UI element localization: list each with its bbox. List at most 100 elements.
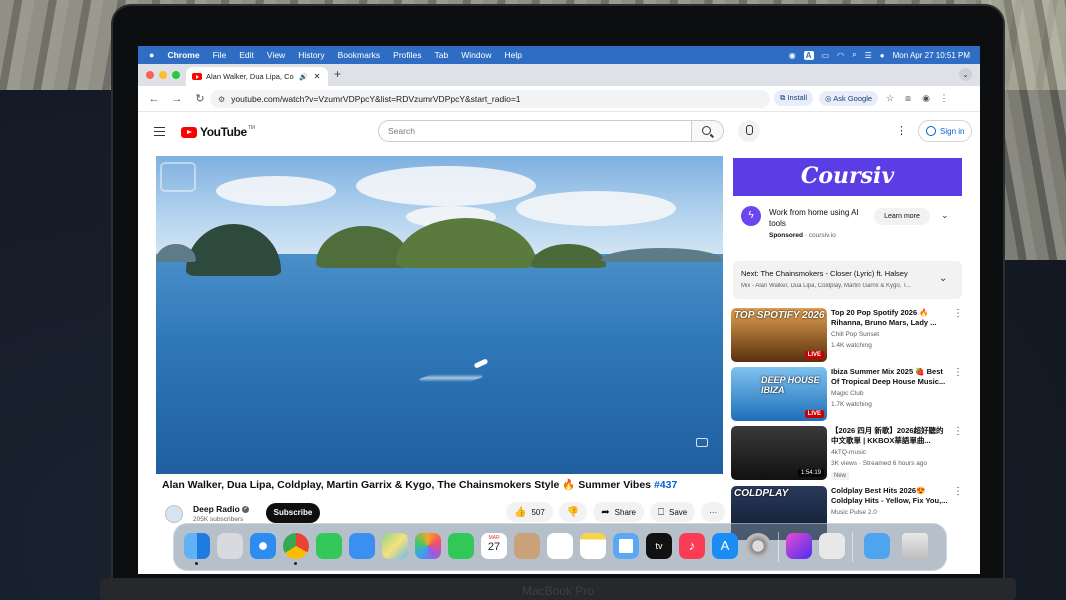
battery-icon[interactable]: ▭ xyxy=(822,51,830,60)
video-player[interactable] xyxy=(156,156,723,474)
browser-toolbar: ← → ↻ ⚙ youtube.com/watch?v=VzumrVDPpcY&… xyxy=(138,86,980,112)
freeform-icon[interactable] xyxy=(613,533,639,559)
menu-profiles[interactable]: Profiles xyxy=(393,50,421,60)
new-tab-button[interactable]: + xyxy=(334,67,341,81)
profile-icon[interactable]: ◉ xyxy=(920,93,932,104)
contacts-icon[interactable] xyxy=(514,533,540,559)
fullscreen-window-icon[interactable] xyxy=(172,71,180,79)
shortcuts-icon[interactable] xyxy=(786,533,812,559)
search-button[interactable] xyxy=(692,120,724,142)
music-icon[interactable]: ♪ xyxy=(679,533,705,559)
back-arrow-icon[interactable]: ← xyxy=(147,93,161,105)
install-app-button[interactable]: ⧉ Install xyxy=(774,90,814,106)
youtube-favicon-icon xyxy=(192,73,202,80)
siri-icon[interactable]: ● xyxy=(880,51,885,60)
hamburger-menu-icon[interactable] xyxy=(154,127,165,136)
search-icon[interactable]: ⌕ xyxy=(852,50,856,60)
notes-icon[interactable] xyxy=(580,533,606,559)
menu-view[interactable]: View xyxy=(267,50,285,60)
channel-name[interactable]: Deep Radio ✓ xyxy=(193,504,250,514)
safari-icon[interactable] xyxy=(250,533,276,559)
video-thumbnail[interactable]: DEEP HOUSE IBIZA LIVE xyxy=(731,367,827,421)
maps-icon[interactable] xyxy=(382,533,408,559)
like-button[interactable]: 👍 507 xyxy=(506,502,553,522)
finder-icon[interactable] xyxy=(184,533,210,559)
close-tab-icon[interactable]: ✕ xyxy=(314,72,321,81)
list-item[interactable]: DEEP HOUSE IBIZA LIVE Ibiza Summer Mix 2… xyxy=(731,367,966,423)
learn-more-button[interactable]: Learn more xyxy=(874,208,930,225)
apple-menu-icon[interactable]: ● xyxy=(149,50,154,60)
trash-icon[interactable] xyxy=(902,533,928,559)
forward-arrow-icon[interactable]: → xyxy=(170,93,184,105)
more-actions-button[interactable]: ··· xyxy=(701,502,726,522)
kebab-menu-icon[interactable]: ⋮ xyxy=(953,426,963,437)
search-input[interactable]: Search xyxy=(378,120,692,142)
up-next-panel[interactable]: Next: The Chainsmokers - Closer (Lyric) … xyxy=(733,261,962,299)
menu-bookmarks[interactable]: Bookmarks xyxy=(338,50,381,60)
reminders-icon[interactable] xyxy=(547,533,573,559)
recommendation-channel: Magic Club xyxy=(831,390,864,397)
up-next-title: Next: The Chainsmokers - Closer (Lyric) … xyxy=(741,269,908,278)
chrome-menu-icon[interactable]: ⋮ xyxy=(938,93,950,104)
voice-search-mic-icon[interactable] xyxy=(738,120,760,142)
app-store-icon[interactable]: A xyxy=(712,533,738,559)
url-text[interactable]: youtube.com/watch?v=VzumrVDPpcY&list=RDV… xyxy=(231,94,520,104)
close-window-icon[interactable] xyxy=(146,71,154,79)
share-button[interactable]: ➦ Share xyxy=(593,502,645,522)
menu-chrome[interactable]: Chrome xyxy=(167,50,199,60)
bookmark-star-icon[interactable]: ☆ xyxy=(884,93,896,104)
menu-history[interactable]: History xyxy=(298,50,324,60)
video-thumbnail[interactable]: 1:54:19 xyxy=(731,426,827,480)
list-item[interactable]: TOP SPOTIFY 2026 LIVE Top 20 Pop Spotify… xyxy=(731,308,966,364)
audio-playing-icon[interactable]: 🔊 xyxy=(299,73,308,81)
control-center-icon[interactable]: ☰ xyxy=(865,51,872,60)
chevron-down-icon[interactable]: ⌄ xyxy=(939,273,947,284)
wifi-icon[interactable]: ◠ xyxy=(837,51,844,60)
tv-icon[interactable]: tv xyxy=(646,533,672,559)
sign-in-button[interactable]: Sign in xyxy=(918,120,973,142)
facetime-icon[interactable] xyxy=(448,533,474,559)
subscribe-button[interactable]: Subscribe xyxy=(266,503,320,523)
menu-window[interactable]: Window xyxy=(461,50,491,60)
youtube-logo[interactable]: YouTube TM xyxy=(181,125,255,139)
chevron-down-icon[interactable]: ⌄ xyxy=(941,210,949,221)
dock-separator xyxy=(778,532,779,562)
save-button[interactable]: ⎕ Save xyxy=(650,502,696,522)
system-settings-icon[interactable] xyxy=(745,533,771,559)
dislike-button[interactable]: 👎 xyxy=(558,502,588,522)
menu-tab[interactable]: Tab xyxy=(435,50,449,60)
video-thumbnail[interactable]: TOP SPOTIFY 2026 LIVE xyxy=(731,308,827,362)
messages-icon[interactable] xyxy=(316,533,342,559)
tab-youtube[interactable]: Alan Walker, Dua Lipa, Co 🔊 ✕ xyxy=(186,67,328,86)
channel-avatar[interactable] xyxy=(165,505,183,523)
settings-kebab-icon[interactable]: ⋮ xyxy=(896,124,907,137)
tab-search-chevron-icon[interactable]: ⌄ xyxy=(959,68,972,81)
downloads-folder-icon[interactable] xyxy=(864,533,890,559)
site-info-icon[interactable]: ⚙ xyxy=(218,95,225,104)
clock[interactable]: Mon Apr 27 10:51 PM xyxy=(893,51,970,60)
reload-icon[interactable]: ↻ xyxy=(193,92,207,105)
menu-help[interactable]: Help xyxy=(504,50,521,60)
menu-file[interactable]: File xyxy=(213,50,227,60)
kebab-menu-icon[interactable]: ⋮ xyxy=(953,367,963,378)
address-bar[interactable]: ⚙ youtube.com/watch?v=VzumrVDPpcY&list=R… xyxy=(210,90,770,108)
menu-edit[interactable]: Edit xyxy=(239,50,254,60)
sponsored-ad[interactable]: Coursiv ϟ Work from home using AI tools … xyxy=(733,158,962,252)
ask-google-button[interactable]: ◎ Ask Google xyxy=(819,90,879,106)
preview-icon[interactable] xyxy=(819,533,845,559)
tab-strip: Alan Walker, Dua Lipa, Co 🔊 ✕ + ⌄ xyxy=(138,64,980,86)
launchpad-icon[interactable] xyxy=(217,533,243,559)
ad-banner[interactable]: Coursiv xyxy=(733,158,962,196)
extensions-icon[interactable]: ⧈ xyxy=(902,93,914,104)
calendar-icon[interactable]: MAR 27 xyxy=(481,533,507,559)
minimize-window-icon[interactable] xyxy=(159,71,167,79)
list-item[interactable]: 1:54:19 【2026 四月 新歌】2026超好聽的中文歌單 | KKBOX… xyxy=(731,426,966,482)
input-source-indicator[interactable]: A xyxy=(803,50,814,60)
photos-icon[interactable] xyxy=(415,533,441,559)
mail-icon[interactable] xyxy=(349,533,375,559)
record-icon[interactable]: ◉ xyxy=(789,51,796,60)
chrome-icon[interactable] xyxy=(283,533,309,559)
kebab-menu-icon[interactable]: ⋮ xyxy=(953,486,963,497)
kebab-menu-icon[interactable]: ⋮ xyxy=(953,308,963,319)
video-hashtag[interactable]: #437 xyxy=(654,479,677,491)
